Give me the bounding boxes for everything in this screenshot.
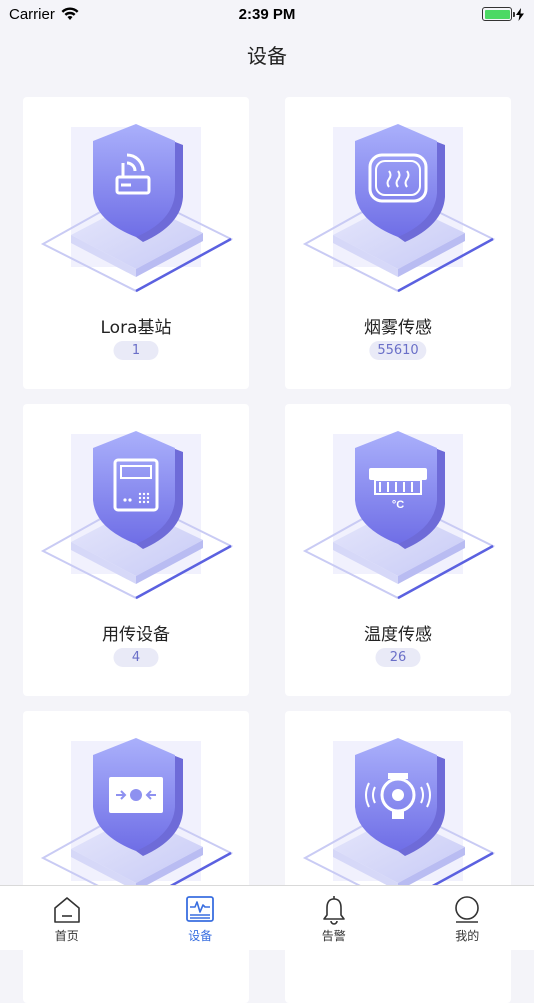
router-icon <box>23 97 249 317</box>
tab-devices[interactable]: 设备 <box>134 886 268 950</box>
tab-alerts[interactable]: 告警 <box>267 886 401 950</box>
charging-icon <box>516 8 524 21</box>
tab-bar: 首页 设备 告警 我的 <box>0 885 534 950</box>
page-title: 设备 <box>0 40 534 69</box>
device-card-smoke[interactable]: 烟雾传感 55610 <box>285 97 511 389</box>
status-time: 2:39 PM <box>0 6 534 23</box>
device-count-badge: 4 <box>114 648 159 667</box>
device-card-title: 温度传感 <box>285 620 511 645</box>
home-icon <box>51 894 83 926</box>
monitor-icon <box>184 894 216 926</box>
tab-label: 首页 <box>55 927 79 944</box>
smoke-detector-icon <box>285 97 511 317</box>
wifi-icon <box>61 7 79 21</box>
device-count-badge: 26 <box>376 648 421 667</box>
transmitter-icon <box>23 404 249 624</box>
tab-profile[interactable]: 我的 <box>401 886 534 950</box>
tab-label: 我的 <box>455 927 479 944</box>
svg-text:°C: °C <box>392 499 404 511</box>
user-icon <box>451 894 483 926</box>
device-count-badge: 55610 <box>369 341 426 360</box>
bell-icon <box>318 894 350 926</box>
device-card-title: Lora基站 <box>23 313 249 338</box>
device-card-title: 烟雾传感 <box>285 313 511 338</box>
battery-icon <box>482 7 512 21</box>
device-card-temperature[interactable]: °C 温度传感 26 <box>285 404 511 696</box>
device-card-water[interactable] <box>285 711 511 1003</box>
carrier-label: Carrier <box>9 6 55 23</box>
device-grid: Lora基站 1 烟雾传感 55610 用传设备 4 °C 温度传感 26 <box>23 97 511 1003</box>
tab-label: 告警 <box>322 927 346 944</box>
status-bar: Carrier 2:39 PM <box>0 0 534 28</box>
device-card-title: 用传设备 <box>23 620 249 645</box>
tab-label: 设备 <box>188 927 212 944</box>
thermometer-icon: °C <box>285 404 511 624</box>
tab-home[interactable]: 首页 <box>0 886 134 950</box>
device-card-door[interactable] <box>23 711 249 1003</box>
device-card-transmitter[interactable]: 用传设备 4 <box>23 404 249 696</box>
device-card-lora[interactable]: Lora基站 1 <box>23 97 249 389</box>
device-count-badge: 1 <box>114 341 159 360</box>
